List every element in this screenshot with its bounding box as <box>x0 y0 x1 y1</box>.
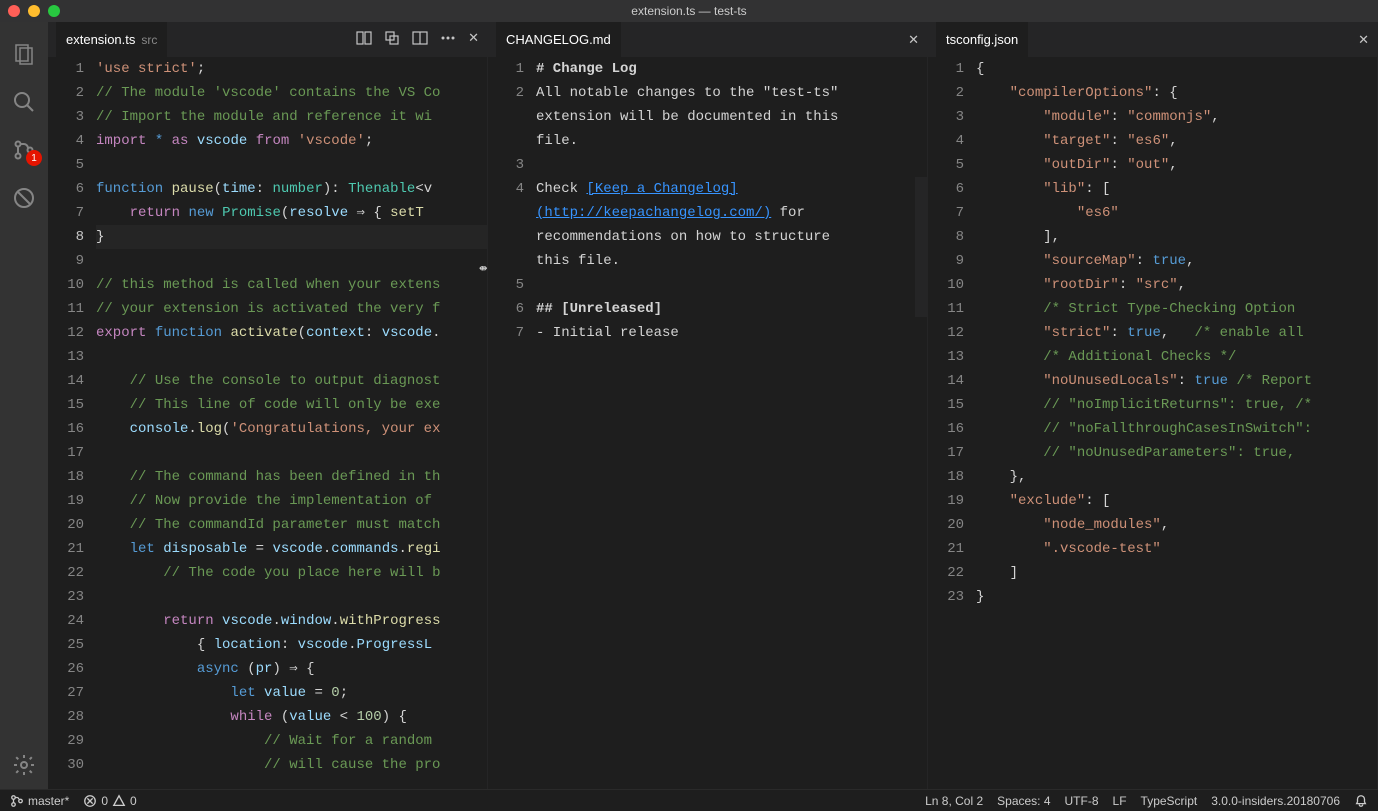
tab-tsconfig-json[interactable]: tsconfig.json <box>936 22 1029 57</box>
close-tab-icon[interactable]: ✕ <box>1358 32 1369 48</box>
version-status[interactable]: 3.0.0-insiders.20180706 <box>1211 794 1340 808</box>
minimap[interactable] <box>915 177 927 317</box>
compare-changes-icon[interactable] <box>356 30 372 49</box>
more-actions-icon[interactable] <box>440 30 456 49</box>
editor-1[interactable]: 1234567891011121314151617181920212223242… <box>48 57 487 789</box>
split-handle-icon[interactable]: ⇼ <box>479 257 487 273</box>
editor-group-2: CHANGELOG.md ✕ 1234567 # Change LogAll n… <box>488 22 928 789</box>
editor-group-1: extension.ts src ✕ 123456789101112131415… <box>48 22 488 789</box>
cursor-position[interactable]: Ln 8, Col 2 <box>925 794 983 808</box>
tab-filename: CHANGELOG.md <box>506 32 611 47</box>
window-title: extension.ts — test-ts <box>631 4 746 18</box>
encoding-status[interactable]: UTF-8 <box>1065 794 1099 808</box>
tab-extension-ts[interactable]: extension.ts src <box>56 22 168 57</box>
notifications-bell-icon[interactable] <box>1354 794 1368 808</box>
debug-icon[interactable] <box>0 174 48 222</box>
close-tab-icon[interactable]: ✕ <box>468 30 479 49</box>
titlebar: extension.ts — test-ts <box>0 0 1378 22</box>
branch-name: master* <box>28 794 69 808</box>
gutter-2: 1234567 <box>488 57 536 789</box>
window-close-button[interactable] <box>8 5 20 17</box>
split-editor-icon[interactable] <box>412 30 428 49</box>
tab-path: src <box>141 33 157 47</box>
settings-gear-icon[interactable] <box>0 741 48 789</box>
window-minimize-button[interactable] <box>28 5 40 17</box>
code-1[interactable]: 'use strict';// The module 'vscode' cont… <box>96 57 487 789</box>
close-tab-icon[interactable]: ✕ <box>908 32 919 48</box>
tab-filename: extension.ts <box>66 32 135 47</box>
statusbar: master* 0 0 Ln 8, Col 2 Spaces: 4 UTF-8 … <box>0 789 1378 811</box>
code-2[interactable]: # Change LogAll notable changes to the "… <box>536 57 927 789</box>
language-status[interactable]: TypeScript <box>1141 794 1198 808</box>
warning-count: 0 <box>130 794 137 808</box>
explorer-icon[interactable] <box>0 30 48 78</box>
error-count: 0 <box>101 794 108 808</box>
tab-changelog-md[interactable]: CHANGELOG.md <box>496 22 622 57</box>
editor-group-3: tsconfig.json ✕ 123456789101112131415161… <box>928 22 1378 789</box>
activitybar: 1 <box>0 22 48 789</box>
search-icon[interactable] <box>0 78 48 126</box>
tabs-1: extension.ts src ✕ <box>48 22 487 57</box>
editor-3[interactable]: 1234567891011121314151617181920212223 { … <box>928 57 1377 789</box>
eol-status[interactable]: LF <box>1113 794 1127 808</box>
tabs-3: tsconfig.json ✕ <box>928 22 1377 57</box>
gutter-3: 1234567891011121314151617181920212223 <box>928 57 976 789</box>
tab-filename: tsconfig.json <box>946 32 1018 47</box>
editor-2[interactable]: 1234567 # Change LogAll notable changes … <box>488 57 927 789</box>
tabs-2: CHANGELOG.md ✕ <box>488 22 927 57</box>
source-control-icon[interactable]: 1 <box>0 126 48 174</box>
gutter-1: 1234567891011121314151617181920212223242… <box>48 57 96 789</box>
scm-badge: 1 <box>26 150 42 166</box>
branch-status[interactable]: master* <box>10 794 69 808</box>
code-3[interactable]: { "compilerOptions": { "module": "common… <box>976 57 1377 789</box>
problems-status[interactable]: 0 0 <box>83 794 136 808</box>
window-maximize-button[interactable] <box>48 5 60 17</box>
indentation-status[interactable]: Spaces: 4 <box>997 794 1050 808</box>
open-changes-icon[interactable] <box>384 30 400 49</box>
